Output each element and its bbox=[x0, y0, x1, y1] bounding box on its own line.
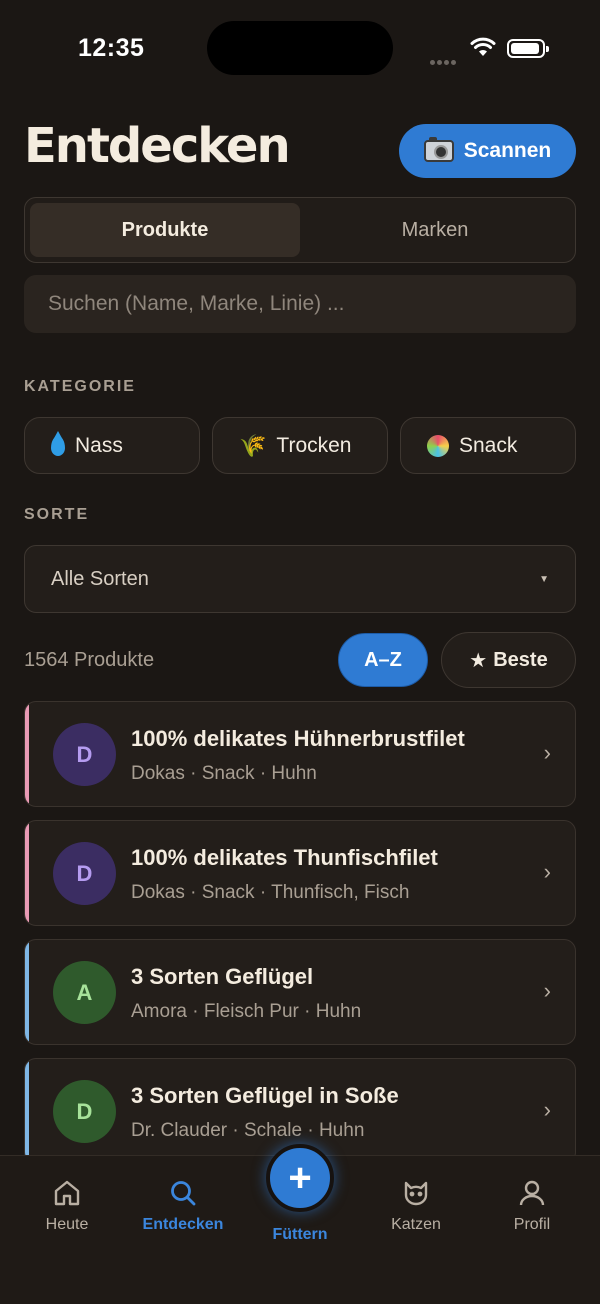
chip-label: Snack bbox=[459, 433, 518, 457]
product-meta: Dr. Clauder · Schale · Huhn bbox=[131, 1120, 365, 1141]
category-accent bbox=[25, 940, 29, 1044]
tab-fuettern-label[interactable]: Füttern bbox=[249, 1226, 351, 1244]
category-accent bbox=[25, 821, 29, 925]
tab-label: Heute bbox=[45, 1216, 89, 1233]
product-meta: Amora · Fleisch Pur · Huhn bbox=[131, 1001, 362, 1022]
product-name: 100% delikates Hühnerbrustfilet bbox=[131, 726, 465, 751]
page-title: Entdecken bbox=[24, 118, 291, 174]
chip-label: Trocken bbox=[276, 433, 352, 457]
avatar: D bbox=[53, 842, 116, 905]
best-button-label: Beste bbox=[493, 648, 548, 671]
camera-icon bbox=[423, 137, 454, 162]
sort-best-button[interactable]: ★ Beste bbox=[441, 632, 576, 688]
tab-produkte[interactable]: Produkte bbox=[30, 203, 300, 257]
product-name: 100% delikates Thunfischfilet bbox=[131, 845, 438, 870]
product-name: 3 Sorten Geflügel bbox=[131, 964, 314, 989]
tab-label: Entdecken bbox=[142, 1216, 224, 1233]
chevron-right-icon: › bbox=[543, 859, 551, 884]
scan-button-label: Scannen bbox=[463, 139, 552, 162]
star-icon: ★ bbox=[469, 649, 488, 672]
segmented-control: Produkte Marken bbox=[24, 197, 576, 263]
sort-select[interactable]: Alle Sorten ▼ bbox=[24, 545, 576, 613]
wifi-icon bbox=[470, 37, 496, 56]
wheat-icon: 🌾 bbox=[239, 432, 267, 458]
chevron-right-icon: › bbox=[543, 978, 551, 1003]
tab-katzen[interactable]: Katzen bbox=[361, 1178, 471, 1234]
product-list: D 100% delikates Hühnerbrustfilet Dokas … bbox=[24, 701, 576, 1155]
caret-down-icon: ▼ bbox=[539, 573, 549, 585]
status-time: 12:35 bbox=[78, 34, 145, 62]
search-icon bbox=[171, 1181, 196, 1206]
avatar: D bbox=[53, 1080, 116, 1143]
water-drop-icon bbox=[51, 430, 65, 456]
plus-icon: + bbox=[288, 1155, 312, 1200]
dynamic-island bbox=[207, 21, 393, 75]
tab-label: Katzen bbox=[391, 1216, 441, 1233]
chip-snack[interactable]: Snack bbox=[400, 417, 576, 474]
product-meta: Dokas · Snack · Huhn bbox=[131, 763, 317, 784]
chevron-right-icon: › bbox=[543, 1097, 551, 1122]
home-icon bbox=[54, 1180, 80, 1206]
chip-nass[interactable]: Nass bbox=[24, 417, 200, 474]
search-input[interactable] bbox=[24, 275, 576, 333]
sort-label: SORTE bbox=[24, 506, 90, 523]
product-card[interactable]: D 100% delikates Hühnerbrustfilet Dokas … bbox=[24, 701, 576, 807]
category-label: KATEGORIE bbox=[24, 378, 136, 395]
chip-label: Nass bbox=[75, 433, 123, 457]
lollipop-icon bbox=[427, 434, 449, 457]
product-card[interactable]: D 3 Sorten Geflügel in Soße Dr. Clauder … bbox=[24, 1058, 576, 1155]
person-icon bbox=[519, 1180, 545, 1206]
chip-trocken[interactable]: 🌾 Trocken bbox=[212, 417, 388, 474]
product-card[interactable]: A 3 Sorten Geflügel Amora · Fleisch Pur … bbox=[24, 939, 576, 1045]
product-card[interactable]: D 100% delikates Thunfischfilet Dokas · … bbox=[24, 820, 576, 926]
category-accent bbox=[25, 1059, 29, 1155]
tab-heute[interactable]: Heute bbox=[12, 1178, 122, 1234]
tab-label: Profil bbox=[513, 1216, 551, 1233]
tab-marken[interactable]: Marken bbox=[300, 203, 570, 257]
feed-add-button[interactable]: + bbox=[266, 1144, 334, 1212]
product-meta: Dokas · Snack · Thunfisch, Fisch bbox=[131, 882, 410, 903]
result-count: 1564 Produkte bbox=[24, 649, 155, 671]
cat-icon bbox=[404, 1181, 428, 1206]
chevron-right-icon: › bbox=[543, 740, 551, 765]
product-name: 3 Sorten Geflügel in Soße bbox=[131, 1083, 399, 1108]
sort-az-button[interactable]: A–Z bbox=[338, 633, 428, 687]
category-chips: Nass 🌾 Trocken Snack bbox=[24, 417, 576, 474]
category-accent bbox=[25, 702, 29, 806]
tab-profil[interactable]: Profil bbox=[477, 1178, 587, 1234]
status-bar: 12:35 bbox=[0, 0, 600, 96]
battery-icon bbox=[507, 39, 549, 58]
sort-selected-value: Alle Sorten bbox=[51, 567, 149, 590]
tab-entdecken[interactable]: Entdecken bbox=[128, 1178, 238, 1234]
cellular-signal-icon bbox=[430, 52, 460, 65]
avatar: A bbox=[53, 961, 116, 1024]
avatar: D bbox=[53, 723, 116, 786]
scan-button[interactable]: Scannen bbox=[399, 124, 576, 178]
